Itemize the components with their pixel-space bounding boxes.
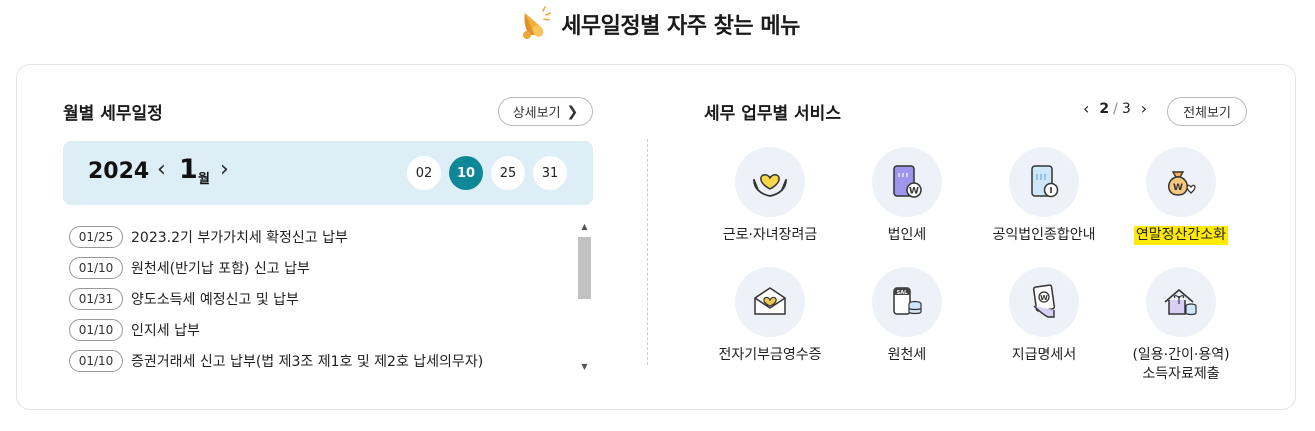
service-label: 법인세 [887, 227, 927, 243]
document-coin-icon: W [893, 165, 922, 198]
heart-envelope-icon [754, 287, 786, 315]
monthly-schedule-title: 월별 세무일정 [63, 104, 163, 124]
next-month-button[interactable]: › [220, 157, 229, 182]
schedule-item[interactable]: 01/25 2023.2기 부가가치세 확정신고 납부 [69, 221, 579, 252]
service-label: 지급명세서 [1011, 347, 1077, 363]
day-chip[interactable]: 31 [533, 156, 567, 190]
service-icon-circle: W [1009, 267, 1079, 337]
schedule-text: 양도소득세 예정신고 및 납부 [131, 291, 299, 308]
service-label-highlighted: 연말정산간소화 [1133, 226, 1229, 245]
service-icon-circle: W [1146, 147, 1216, 217]
service-item[interactable]: W 연말정산간소화 [1111, 147, 1251, 245]
date-badge: 01/31 [69, 287, 123, 310]
page-current: 2 [1099, 100, 1110, 117]
prev-page-button[interactable]: ‹ [1083, 99, 1089, 118]
calendar-year: 2024 [88, 159, 150, 184]
service-label-line2: 소득자료제출 [1142, 366, 1220, 382]
schedule-item[interactable]: 01/31 양도소득세 예정신고 및 납부 [69, 283, 579, 314]
date-badge: 01/25 [69, 225, 123, 248]
service-label: 원천세 [887, 347, 927, 363]
svg-text:SAL: SAL [897, 290, 908, 296]
schedule-text: 인지세 납부 [131, 322, 200, 339]
calendar-month: 1 [179, 154, 198, 185]
service-icon-circle [1146, 267, 1216, 337]
services-title: 세무 업무별 서비스 [704, 104, 841, 124]
page-header: 세무일정별 자주 찾는 메뉴 [0, 4, 1315, 44]
scroll-up-arrow-icon[interactable]: ▲ [577, 221, 592, 233]
service-icon-circle: W [872, 147, 942, 217]
date-badge: 01/10 [69, 318, 123, 341]
service-item[interactable]: W 법인세 [837, 147, 977, 245]
schedule-text: 2023.2기 부가가치세 확정신고 납부 [131, 229, 348, 246]
page-total: 3 [1121, 100, 1131, 117]
service-label: (일용·간이·용역) 소득자료제출 [1132, 346, 1229, 384]
day-chip[interactable]: 02 [407, 156, 441, 190]
service-icon-circle [1009, 147, 1079, 217]
service-item[interactable]: (일용·간이·용역) 소득자료제출 [1111, 267, 1251, 384]
schedule-item[interactable]: 01/10 인지세 납부 [69, 314, 579, 345]
service-icon-circle [735, 267, 805, 337]
next-page-button[interactable]: › [1141, 99, 1147, 118]
schedule-text: 원천세(반기납 포함) 신고 납부 [131, 260, 310, 277]
service-label: 전자기부금영수증 [718, 347, 822, 363]
schedule-item[interactable]: 01/10 원천세(반기납 포함) 신고 납부 [69, 252, 579, 283]
page-separator: / [1113, 100, 1118, 117]
scrollbar-thumb[interactable] [578, 237, 591, 299]
service-label: 공익법인종합안내 [992, 227, 1096, 243]
page-title: 세무일정별 자주 찾는 메뉴 [561, 14, 800, 39]
day-chip-active[interactable]: 10 [449, 156, 483, 190]
salary-coins-icon: SAL [893, 287, 922, 315]
schedule-item[interactable]: 01/10 증권거래세 신고 납부(법 제3조 제1호 및 제2호 납세의무자) [69, 345, 579, 373]
svg-text:W: W [1040, 294, 1048, 302]
tax-menu-card: 월별 세무일정 상세보기 ❯ 2024 ‹ 1 월 › 02 10 25 31 … [16, 64, 1296, 410]
calendar-bar: 2024 ‹ 1 월 › 02 10 25 31 [63, 141, 593, 205]
document-info-icon [1031, 165, 1059, 198]
day-chip[interactable]: 25 [491, 156, 525, 190]
section-divider [647, 139, 648, 365]
schedule-text: 증권거래세 신고 납부(법 제3조 제1호 및 제2호 납세의무자) [131, 353, 484, 370]
svg-text:W: W [1173, 183, 1183, 193]
service-item[interactable]: 근로·자녀장려금 [700, 147, 840, 245]
service-icon-circle [735, 147, 805, 217]
service-label-line1: (일용·간이·용역) [1132, 347, 1230, 363]
service-item[interactable]: 전자기부금영수증 [700, 267, 840, 365]
hand-document-icon: W [1032, 284, 1056, 318]
service-item[interactable]: W 지급명세서 [974, 267, 1114, 365]
service-item[interactable]: 공익법인종합안내 [974, 147, 1114, 245]
service-label: 근로·자녀장려금 [722, 227, 818, 243]
detail-button-label: 상세보기 [512, 106, 561, 121]
view-all-button[interactable]: 전체보기 [1167, 97, 1247, 126]
prev-month-button[interactable]: ‹ [157, 157, 166, 182]
schedule-detail-button[interactable]: 상세보기 ❯ [498, 97, 593, 126]
schedule-list: 01/25 2023.2기 부가가치세 확정신고 납부 01/10 원천세(반기… [69, 221, 579, 373]
calendar-month-unit: 월 [198, 172, 210, 187]
service-item[interactable]: SAL 원천세 [837, 267, 977, 365]
schedule-scrollbar[interactable]: ▲ ▼ [577, 221, 592, 373]
date-badge: 01/10 [69, 349, 123, 372]
scroll-down-arrow-icon[interactable]: ▼ [577, 361, 592, 373]
chevron-right-icon: ❯ [566, 103, 579, 120]
date-badge: 01/10 [69, 256, 123, 279]
svg-text:W: W [909, 187, 919, 197]
money-bag-icon: W [1168, 171, 1196, 196]
service-icon-circle: SAL [872, 267, 942, 337]
house-coins-icon [1164, 289, 1197, 316]
megaphone-icon [523, 6, 551, 39]
services-pager: ‹ 2 / 3 › [1083, 99, 1147, 118]
heart-hands-icon [753, 174, 787, 197]
